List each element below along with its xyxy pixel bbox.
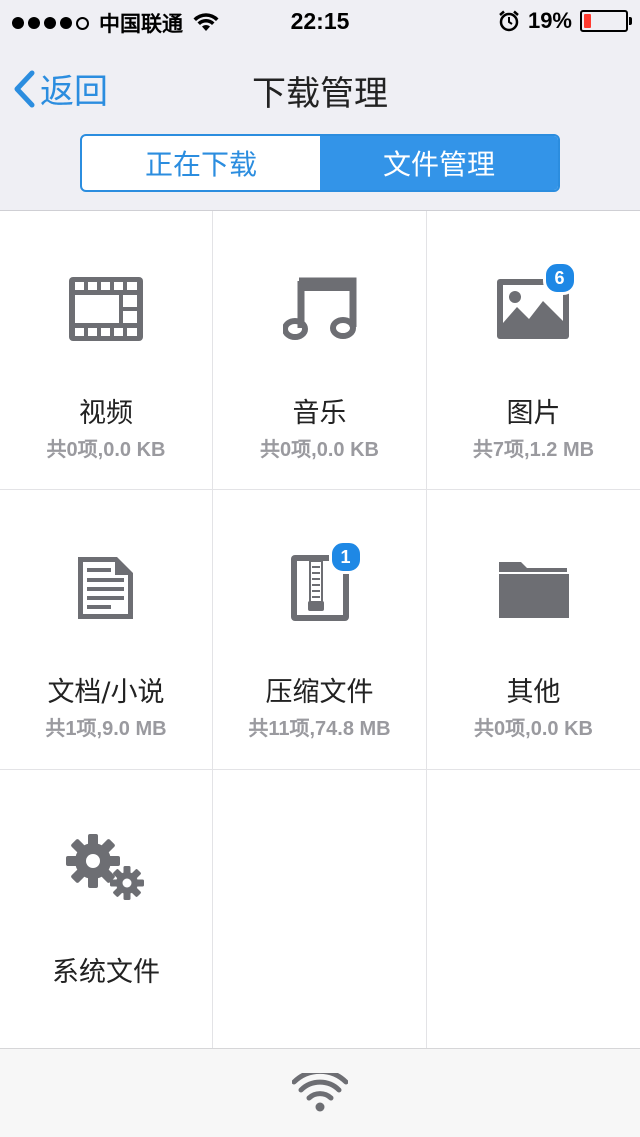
music-note-icon [282, 277, 356, 340]
category-summary: 共7项,1.2 MB [472, 439, 595, 461]
navigation-bar: 返回 下载管理 正在下载 文件管理 [0, 40, 640, 211]
category-archives[interactable]: 1 压缩文件 共11项,74.8 MB [213, 490, 427, 770]
category-label: 压缩文件 [265, 677, 374, 708]
wifi-transfer-icon[interactable] [292, 1073, 348, 1113]
status-bar: 中国联通 22:15 19% [0, 0, 640, 40]
empty-cell [427, 770, 640, 1048]
notification-badge: 1 [328, 540, 363, 574]
bottom-toolbar [0, 1048, 640, 1137]
empty-cell [213, 770, 427, 1048]
tab-file-management[interactable]: 文件管理 [320, 136, 558, 190]
category-label: 音乐 [292, 398, 347, 429]
category-system-files[interactable]: 系统文件 [0, 770, 213, 1048]
category-summary: 共0项,0.0 KB [46, 439, 166, 461]
category-documents[interactable]: 文档/小说 共1项,9.0 MB [0, 490, 213, 770]
category-label: 系统文件 [52, 957, 160, 988]
category-pictures[interactable]: 6 图片 共7项,1.2 MB [427, 211, 640, 490]
category-label: 图片 [506, 398, 561, 429]
alarm-clock-icon [499, 10, 519, 32]
battery-icon [580, 10, 632, 32]
tab-downloading[interactable]: 正在下载 [82, 136, 320, 190]
notification-badge: 6 [542, 261, 577, 295]
gears-icon [66, 834, 144, 900]
battery-percent: 19% [527, 8, 572, 33]
category-summary: 共11项,74.8 MB [248, 718, 391, 740]
folder-icon [498, 562, 569, 618]
category-other[interactable]: 其他 共0项,0.0 KB [427, 490, 640, 770]
category-grid: 视频 共0项,0.0 KB 音乐 共0项,0.0 KB 6 图片 共7项,1.2… [0, 211, 640, 1048]
category-label: 文档/小说 [47, 677, 165, 708]
category-summary: 共1项,9.0 MB [45, 718, 167, 740]
document-icon [78, 557, 133, 619]
category-summary: 共0项,0.0 KB [260, 439, 379, 461]
segmented-control: 正在下载 文件管理 [80, 134, 560, 192]
film-icon [69, 277, 143, 341]
page-title: 下载管理 [252, 74, 388, 114]
category-summary: 共0项,0.0 KB [474, 718, 593, 740]
category-label: 视频 [79, 398, 133, 429]
category-music[interactable]: 音乐 共0项,0.0 KB [213, 211, 427, 490]
category-video[interactable]: 视频 共0项,0.0 KB [0, 211, 213, 490]
category-label: 其他 [506, 677, 561, 708]
status-right: 19% [498, 8, 632, 34]
